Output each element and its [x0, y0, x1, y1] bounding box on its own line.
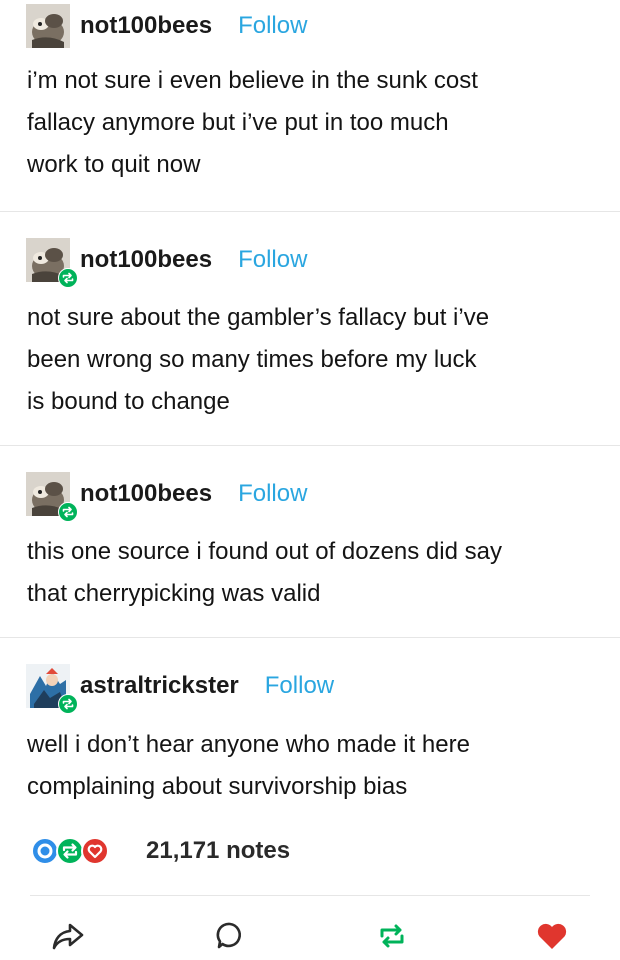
follow-button[interactable]: Follow	[265, 672, 334, 700]
post-header: not100bees Follow	[26, 238, 307, 288]
post-line: that cherrypicking was valid	[27, 580, 321, 607]
post-line: complaining about survivorship bias	[27, 773, 408, 800]
post-line: fallacy anymore but i’ve put in too much	[27, 109, 449, 136]
like-note-icon	[81, 837, 109, 865]
post-text: well i don’t hear anyone who made it her…	[27, 724, 597, 808]
divider	[0, 637, 620, 638]
notes-row[interactable]: 21,171 notes	[30, 836, 290, 866]
avatar[interactable]	[26, 472, 78, 522]
avatar[interactable]	[26, 664, 78, 714]
post-line: this one source i found out of dozens di…	[27, 538, 502, 565]
divider	[0, 445, 620, 446]
reply-icon	[216, 922, 242, 949]
post-header: astraltrickster Follow	[26, 664, 334, 714]
follow-button[interactable]: Follow	[238, 480, 307, 508]
username[interactable]: not100bees	[80, 246, 212, 274]
post-line: i’m not sure i even believe in the sunk …	[27, 67, 478, 94]
post-line: well i don’t hear anyone who made it her…	[27, 731, 470, 758]
avatar[interactable]	[26, 4, 70, 48]
post-text: not sure about the gambler’s fallacy but…	[27, 297, 597, 423]
username[interactable]: not100bees	[80, 12, 212, 40]
divider	[30, 895, 590, 896]
divider	[0, 211, 620, 212]
post-text: this one source i found out of dozens di…	[27, 531, 597, 615]
follow-button[interactable]: Follow	[238, 12, 307, 40]
share-button[interactable]	[48, 918, 88, 954]
post-text: i’m not sure i even believe in the sunk …	[27, 60, 597, 186]
avatar[interactable]	[26, 238, 78, 288]
reblog-badge-icon	[58, 502, 78, 522]
notes-count[interactable]: 21,171 notes	[146, 837, 290, 865]
post-line: is bound to change	[27, 388, 230, 415]
reblog-badge-icon	[58, 694, 78, 714]
like-button[interactable]	[532, 918, 572, 954]
username[interactable]: astraltrickster	[80, 672, 239, 700]
reblog-badge-icon	[58, 268, 78, 288]
follow-button[interactable]: Follow	[238, 246, 307, 274]
like-icon	[537, 923, 567, 949]
reblog-icon	[380, 924, 404, 948]
post-line: been wrong so many times before my luck	[27, 346, 477, 373]
post-header: not100bees Follow	[26, 472, 307, 522]
reblog-button[interactable]	[372, 918, 412, 954]
post-line: not sure about the gambler’s fallacy but…	[27, 304, 490, 331]
username[interactable]: not100bees	[80, 480, 212, 508]
gremlin-avatar-icon	[26, 4, 70, 48]
notes-icons	[30, 836, 134, 866]
post-line: work to quit now	[27, 151, 201, 178]
post-header: not100bees Follow	[26, 4, 307, 48]
reply-button[interactable]	[210, 918, 250, 954]
share-icon	[52, 923, 84, 950]
